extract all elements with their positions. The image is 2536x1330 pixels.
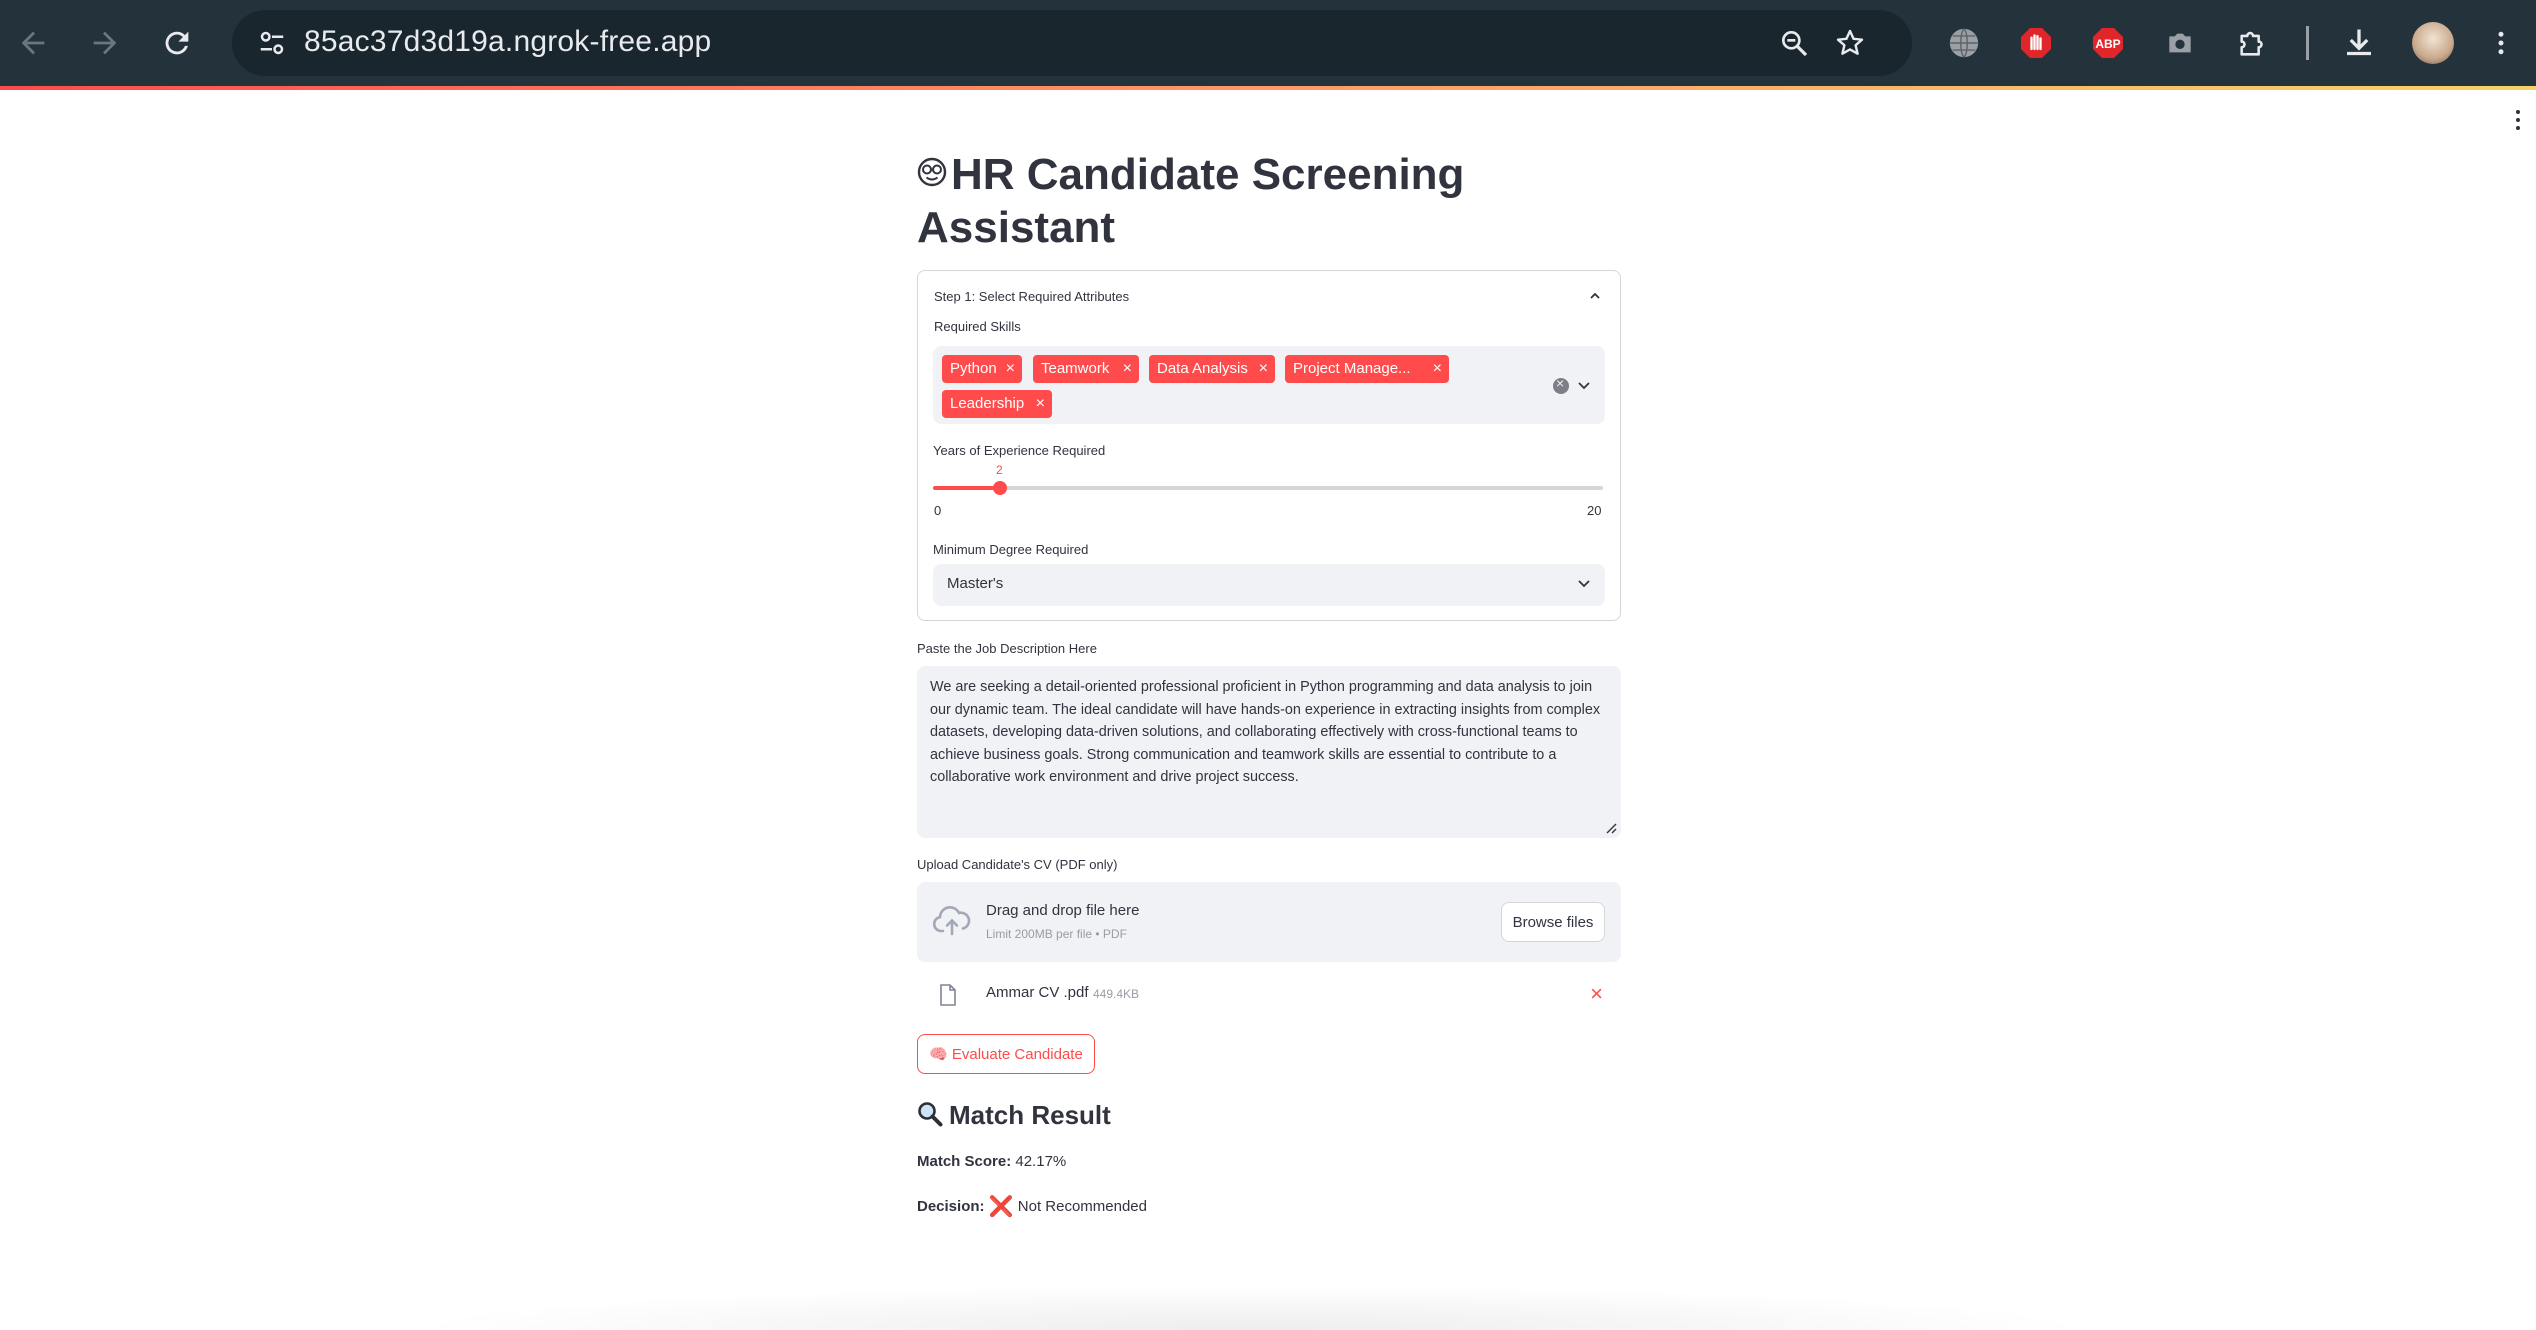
skill-tag-label: Data Analysis — [1157, 360, 1248, 377]
streamlit-decoration-bar — [0, 86, 2536, 90]
match-result-title: Match Result — [949, 1100, 1111, 1130]
browser-toolbar: 85ac37d3d19a.ngrok-free.app ABP — [0, 0, 2536, 86]
expander-header[interactable]: Step 1: Select Required Attributes — [934, 289, 1129, 304]
dropzone-instructions: Drag and drop file here — [986, 902, 1140, 919]
match-score-value: 42.17% — [1015, 1153, 1067, 1170]
remove-tag-icon[interactable]: × — [1433, 355, 1442, 383]
evaluate-button-label: Evaluate Candidate — [951, 1045, 1083, 1063]
cross-mark-icon: ❌ — [988, 1196, 1014, 1218]
skill-tag[interactable]: Teamwork × — [1033, 355, 1139, 383]
file-dropzone[interactable]: Drag and drop file here Limit 200MB per … — [917, 882, 1621, 962]
skill-tag[interactable]: Leadership × — [942, 390, 1052, 418]
chevron-up-icon[interactable] — [1588, 289, 1602, 303]
globe-extension-icon[interactable] — [1941, 20, 1987, 66]
remove-tag-icon[interactable]: × — [1036, 390, 1045, 418]
upload-label: Upload Candidate's CV (PDF only) — [917, 857, 1118, 872]
job-description-text: We are seeking a detail-oriented profess… — [930, 679, 1601, 786]
match-score-label: Match Score: — [917, 1153, 1012, 1170]
skill-tag-label: Leadership — [950, 395, 1025, 412]
remove-tag-icon[interactable]: × — [1123, 355, 1132, 383]
page-title-text: HR Candidate Screening Assistant — [917, 150, 1465, 252]
chevron-down-icon[interactable] — [1577, 380, 1591, 392]
skill-tag[interactable]: Data Analysis × — [1149, 355, 1275, 383]
page-title: HR Candidate Screening Assistant — [917, 148, 1637, 254]
remove-tag-icon[interactable]: × — [1259, 355, 1268, 383]
skill-tag-label: Python — [950, 360, 997, 377]
uploaded-file-name: Ammar CV .pdf — [986, 984, 1089, 1001]
decision-line: Decision: ❌ Not Recommended — [917, 1194, 1147, 1219]
experience-label: Years of Experience Required — [933, 443, 1106, 458]
adblock-extension-icon[interactable]: ABP — [2085, 20, 2131, 66]
skill-tag-label: Project Manage... — [1293, 360, 1411, 377]
skill-tag-label: Teamwork — [1041, 360, 1110, 377]
experience-slider[interactable] — [933, 481, 1603, 495]
skills-label: Required Skills — [934, 319, 1021, 334]
brain-icon: 🧠 — [929, 1046, 948, 1063]
resize-handle-icon[interactable] — [1603, 820, 1617, 834]
uploaded-file-row: Ammar CV .pdf 449.4KB × — [917, 974, 1621, 1014]
job-description-textarea[interactable]: We are seeking a detail-oriented profess… — [917, 666, 1621, 838]
skill-tag[interactable]: Project Manage... × — [1285, 355, 1449, 383]
zoom-icon[interactable] — [1774, 23, 1814, 63]
bookmark-star-icon[interactable] — [1830, 23, 1870, 63]
app-menu-icon[interactable] — [2512, 110, 2524, 130]
camera-extension-icon[interactable] — [2157, 20, 2203, 66]
decision-value: Not Recommended — [1017, 1198, 1147, 1215]
dropzone-limit: Limit 200MB per file • PDF — [986, 927, 1127, 941]
nerd-face-icon — [917, 157, 947, 187]
back-icon[interactable] — [8, 18, 58, 68]
download-icon[interactable] — [2336, 20, 2382, 66]
abp-label: ABP — [2095, 37, 2120, 51]
kebab-menu-icon[interactable] — [2478, 20, 2524, 66]
skill-tag[interactable]: Python × — [942, 355, 1022, 383]
slider-min-label: 0 — [934, 503, 942, 518]
slider-value: 2 — [996, 463, 1003, 477]
address-bar[interactable]: 85ac37d3d19a.ngrok-free.app — [232, 10, 1912, 76]
match-result-heading: Match Result — [917, 1100, 1111, 1131]
degree-select-value: Master's — [947, 575, 1004, 592]
skills-multiselect[interactable]: Python × Teamwork × Data Analysis × Project… — [933, 346, 1605, 424]
cloud-upload-icon — [933, 906, 971, 936]
degree-select[interactable]: Master's — [933, 564, 1605, 606]
degree-label: Minimum Degree Required — [933, 542, 1089, 557]
slider-thumb[interactable] — [993, 481, 1007, 495]
bottom-shadow — [400, 1285, 2100, 1330]
chevron-down-icon[interactable] — [1577, 578, 1591, 590]
site-settings-icon[interactable] — [252, 23, 292, 63]
file-icon — [940, 984, 956, 1006]
stop-hand-extension-icon[interactable] — [2013, 20, 2059, 66]
toolbar-divider — [2306, 26, 2309, 60]
evaluate-candidate-button[interactable]: 🧠 Evaluate Candidate — [917, 1034, 1095, 1074]
reload-icon[interactable] — [152, 18, 202, 68]
clear-all-icon[interactable] — [1553, 375, 1569, 394]
browse-files-button[interactable]: Browse files — [1501, 902, 1605, 942]
job-description-label: Paste the Job Description Here — [917, 641, 1097, 656]
profile-avatar[interactable] — [2412, 22, 2454, 64]
delete-file-icon[interactable]: × — [1590, 983, 1603, 1005]
uploaded-file-size: 449.4KB — [1093, 987, 1140, 1001]
decision-label: Decision: — [917, 1198, 985, 1215]
forward-icon[interactable] — [80, 18, 130, 68]
match-score-line: Match Score: 42.17% — [917, 1153, 1066, 1170]
puzzle-extensions-icon[interactable] — [2230, 20, 2276, 66]
url-text[interactable]: 85ac37d3d19a.ngrok-free.app — [304, 25, 711, 59]
slider-max-label: 20 — [1587, 503, 1602, 518]
magnifier-icon — [918, 1102, 943, 1127]
remove-tag-icon[interactable]: × — [1006, 355, 1015, 383]
slider-fill — [933, 486, 1000, 490]
